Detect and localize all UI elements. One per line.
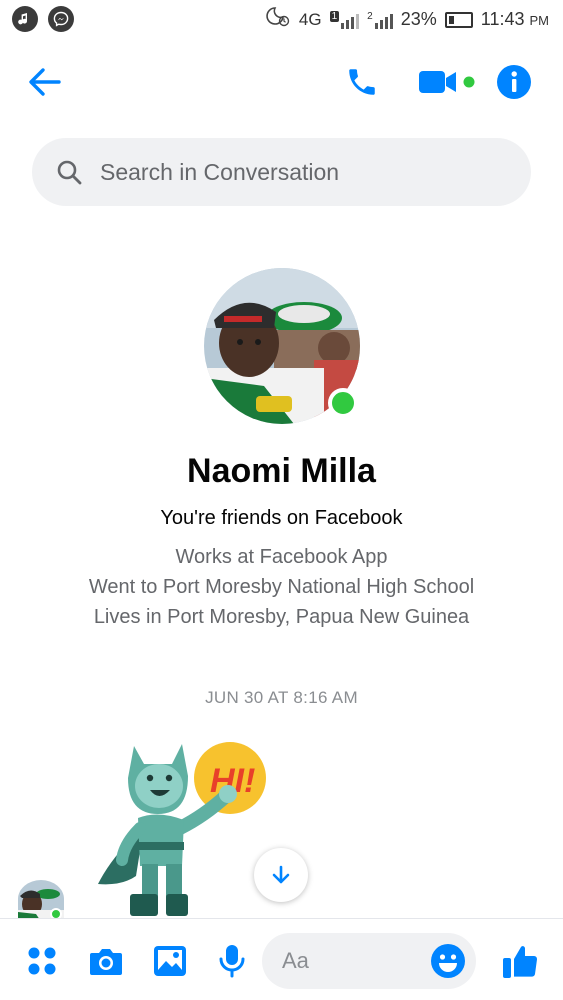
- network-type: 4G: [298, 9, 322, 29]
- gallery-icon: [154, 946, 186, 976]
- microphone-icon: [219, 945, 245, 978]
- signal-sim1-icon: 1: [329, 10, 360, 29]
- search-icon: [57, 160, 82, 185]
- clock-ampm: PM: [529, 13, 550, 28]
- video-camera-icon: [419, 71, 475, 93]
- sim1-label: 1: [329, 10, 340, 22]
- music-icon: [12, 6, 38, 32]
- more-actions-button[interactable]: [22, 941, 62, 981]
- sim2-label: 2: [367, 10, 373, 22]
- voice-call-button[interactable]: [340, 62, 384, 102]
- info-icon: [497, 65, 531, 99]
- conversation-search[interactable]: [32, 138, 531, 206]
- arrow-down-icon: [272, 865, 290, 884]
- status-notifications: [12, 6, 74, 32]
- scroll-to-bottom-button[interactable]: [254, 848, 308, 902]
- status-indicators: 4G 1 2 23% 11:43 PM: [265, 6, 549, 33]
- signal-sim2-icon: 2: [367, 11, 393, 29]
- status-bar: 4G 1 2 23% 11:43 PM: [0, 0, 563, 40]
- contact-work: Works at Facebook App: [175, 546, 388, 568]
- message-composer: [0, 918, 563, 1000]
- battery-icon: [444, 11, 473, 28]
- menu-dots-icon: [28, 947, 56, 975]
- hi-cat-sticker[interactable]: HI!: [92, 736, 282, 920]
- camera-button[interactable]: [86, 941, 126, 981]
- clock-time: 11:43: [480, 9, 525, 29]
- info-button[interactable]: [494, 62, 534, 102]
- video-call-button[interactable]: [416, 62, 478, 102]
- contact-profile: Naomi Milla You're friends on Facebook W…: [0, 268, 563, 628]
- clock: 11:43 PM: [481, 9, 549, 30]
- contact-name: Naomi Milla: [187, 452, 376, 490]
- online-status-indicator: [327, 388, 358, 418]
- profile-avatar-wrap[interactable]: [203, 268, 360, 424]
- message-input[interactable]: [282, 948, 412, 974]
- friendship-status: You're friends on Facebook: [160, 507, 403, 529]
- phone-icon: [349, 69, 375, 95]
- voice-message-button[interactable]: [212, 941, 252, 981]
- back-button[interactable]: [22, 62, 66, 102]
- contact-location: Lives in Port Moresby, Papua New Guinea: [93, 606, 470, 628]
- contact-education: Went to Port Moresby National High Schoo…: [88, 576, 475, 598]
- message-timestamp: JUN 30 AT 8:16 AM: [205, 688, 358, 707]
- gallery-button[interactable]: [150, 941, 190, 981]
- emoji-icon[interactable]: [430, 943, 466, 979]
- like-button[interactable]: [500, 941, 540, 981]
- message-input-wrap[interactable]: [262, 933, 476, 989]
- thumbs-up-icon: [503, 946, 538, 978]
- conversation-header: [0, 50, 563, 114]
- back-arrow-icon: [29, 68, 61, 96]
- battery-percent: 23%: [400, 9, 437, 29]
- dnd-moon-icon: [265, 6, 291, 33]
- messenger-notification-icon: [48, 6, 74, 32]
- camera-icon: [90, 949, 122, 975]
- search-input[interactable]: [100, 158, 480, 186]
